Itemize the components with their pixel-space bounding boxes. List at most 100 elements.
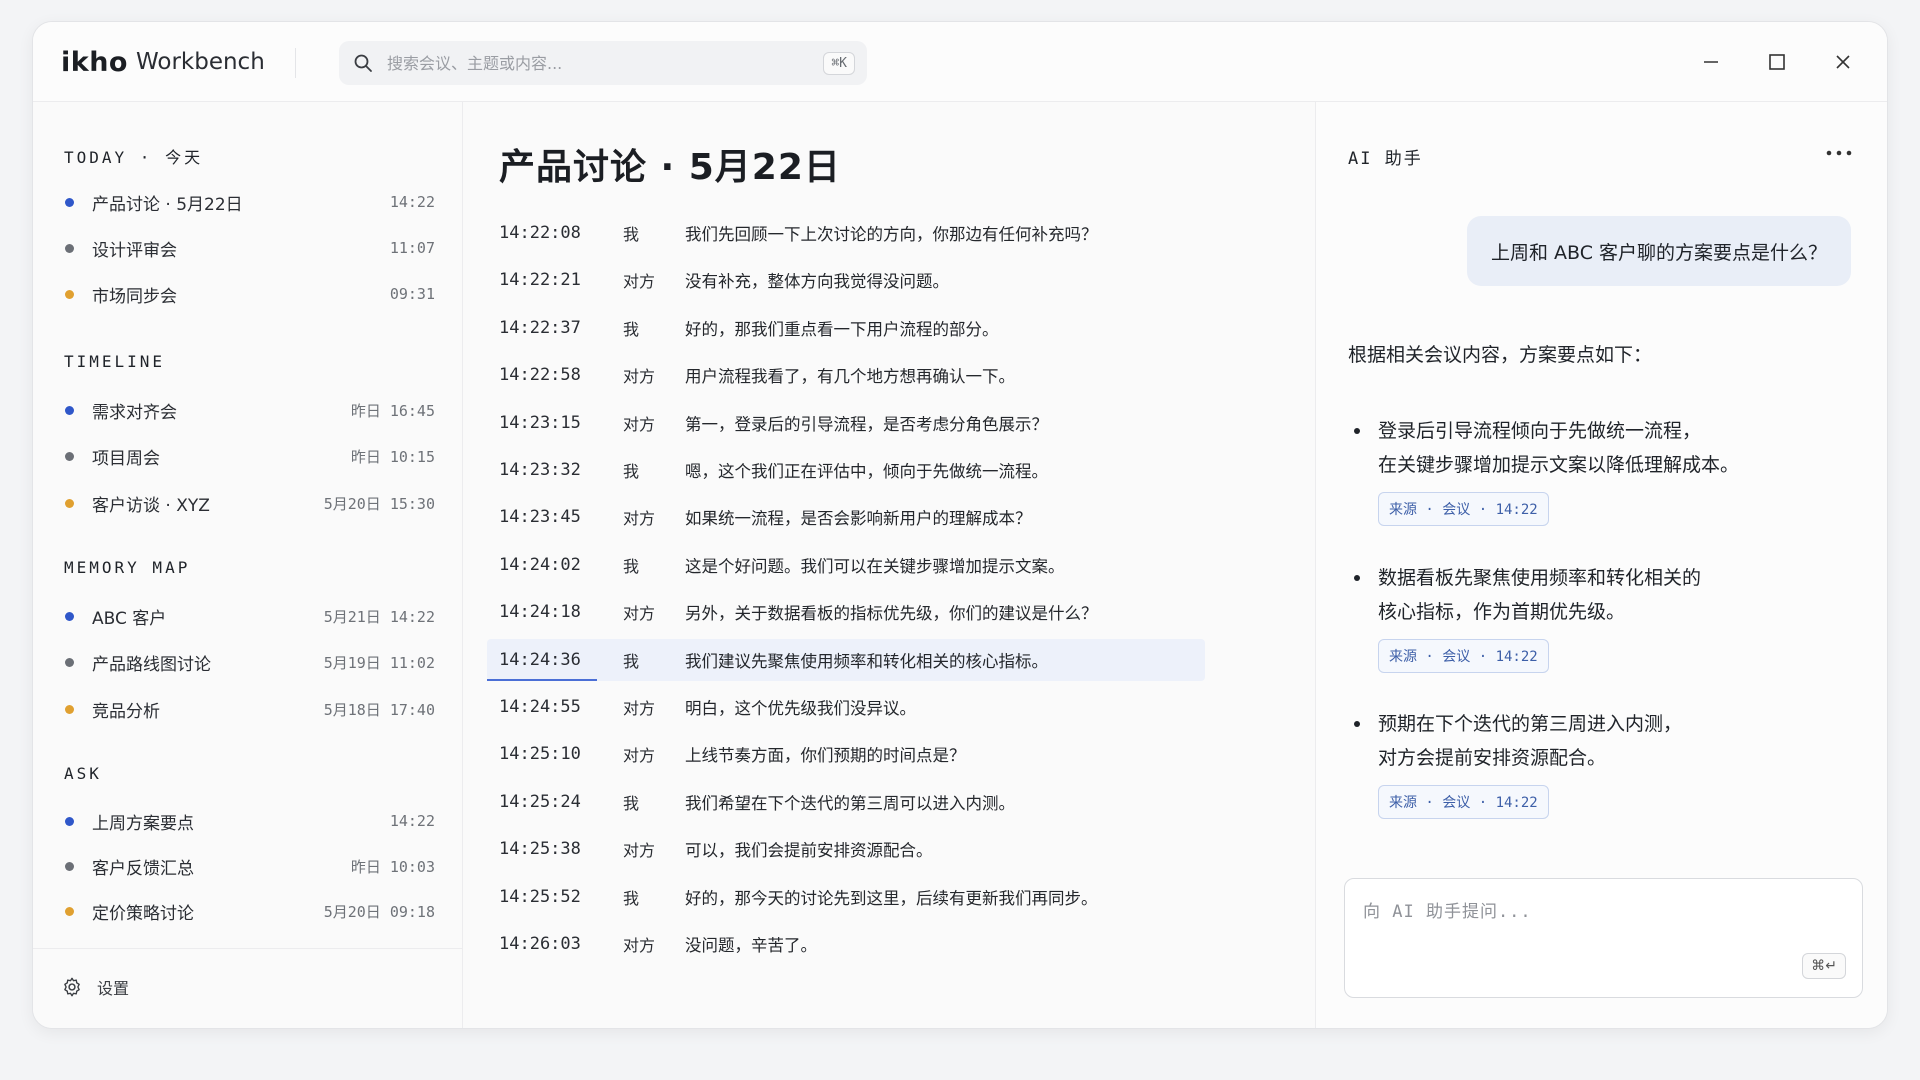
transcript-row[interactable]: 14:24:02 我 这是个好问题。我们可以在关键步骤增加提示文案。: [487, 544, 1205, 586]
transcript-row[interactable]: 14:22:21 对方 没有补充，整体方向我觉得没问题。: [487, 259, 1205, 301]
status-dot: [65, 906, 74, 916]
transcript-row[interactable]: 14:23:45 对方 如果统一流程，是否会影响新用户的理解成本？: [487, 496, 1205, 538]
transcript-speaker: 对方: [623, 367, 656, 387]
settings-label: 设置: [97, 979, 130, 998]
sidebar-item-time: 14:22: [389, 193, 435, 211]
sidebar-item[interactable]: 设计评审会 11:07: [55, 229, 443, 267]
transcript-speaker: 我: [623, 793, 640, 813]
sidebar-item[interactable]: 市场同步会 09:31: [55, 275, 443, 313]
close-icon: [1836, 55, 1850, 69]
search-bar[interactable]: ⌘K: [339, 41, 867, 85]
bullet-text: 在关键步骤增加提示文案以降低理解成本。: [1378, 454, 1740, 476]
sidebar-item-time: 5月20日 09:18: [323, 902, 435, 921]
more-horizontal-icon: [1826, 150, 1852, 156]
source-chip[interactable]: 来源 · 会议 · 14:22: [1378, 785, 1549, 819]
transcript-speaker: 我: [623, 319, 640, 339]
transcript-speaker: 我: [623, 888, 640, 908]
ai-ask-box: ⌘↵: [1344, 878, 1863, 998]
brand: ikho Workbench: [61, 42, 265, 82]
source-chip[interactable]: 来源 · 会议 · 14:22: [1378, 492, 1549, 526]
status-dot: [65, 197, 74, 207]
search-shortcut-badge: ⌘K: [823, 51, 855, 75]
sidebar-item-label: 产品路线图讨论: [92, 654, 211, 675]
settings-button[interactable]: 设置: [61, 969, 129, 1005]
transcript-text: 用户流程我看了，有几个地方想再确认一下。: [685, 367, 1015, 387]
bullet-text: 核心指标，作为首期优先级。: [1378, 601, 1626, 623]
sidebar-item[interactable]: 上周方案要点 14:22: [55, 802, 443, 840]
transcript-row[interactable]: 14:23:32 我 嗯，这个我们正在评估中，倾向于先做统一流程。: [487, 449, 1205, 491]
bullet-text: 数据看板先聚焦使用频率和转化相关的: [1348, 561, 1848, 595]
sidebar: TODAY · 今天 产品讨论 · 5月22日 14:22 设计评审会 11:0…: [33, 102, 463, 1028]
transcript-timestamp: 14:24:02: [499, 554, 581, 575]
transcript-timestamp: 14:22:21: [499, 270, 581, 291]
transcript-text: 我们建议先聚焦使用频率和转化相关的核心指标。: [685, 651, 1048, 671]
status-dot: [65, 289, 74, 299]
transcript-row[interactable]: 14:25:52 我 好的，那今天的讨论先到这里，后续有更新我们再同步。: [487, 876, 1205, 918]
transcript-timestamp: 14:22:08: [499, 223, 581, 243]
sidebar-item[interactable]: 竞品分析 5月18日 17:40: [55, 690, 443, 728]
transcript-timestamp: 14:25:24: [499, 791, 581, 812]
status-dot: [65, 405, 74, 415]
sidebar-item[interactable]: 产品讨论 · 5月22日 14:22: [55, 183, 443, 221]
sidebar-item-label: 产品讨论 · 5月22日: [92, 194, 243, 215]
transcript-speaker: 对方: [623, 936, 656, 955]
sidebar-item-time: 5月19日 11:02: [323, 653, 435, 672]
transcript-row[interactable]: 14:24:18 对方 另外，关于数据看板的指标优先级，你们的建议是什么？: [487, 591, 1205, 633]
transcript-text: 好的，那今天的讨论先到这里，后续有更新我们再同步。: [685, 888, 1098, 908]
transcript-row[interactable]: 14:26:03 对方 没问题，辛苦了。: [487, 923, 1205, 965]
transcript-text: 这是个好问题。我们可以在关键步骤增加提示文案。: [685, 556, 1065, 576]
sidebar-item-time: 昨日 10:15: [350, 447, 435, 466]
sidebar-item[interactable]: 需求对齐会 昨日 16:45: [55, 391, 443, 429]
minimize-button[interactable]: [1691, 42, 1731, 82]
transcript-speaker: 对方: [623, 272, 656, 292]
sidebar-item[interactable]: 客户反馈汇总 昨日 10:03: [55, 847, 443, 885]
search-input[interactable]: [385, 52, 824, 74]
transcript-timestamp: 14:23:15: [499, 412, 581, 433]
send-button[interactable]: ⌘↵: [1802, 953, 1846, 979]
sidebar-item-time: 09:31: [389, 285, 435, 303]
sidebar-item[interactable]: 客户访谈 · XYZ 5月20日 15:30: [55, 484, 443, 522]
status-dot: [65, 861, 74, 871]
transcript-speaker: 对方: [623, 604, 656, 624]
sidebar-item[interactable]: 产品路线图讨论 5月19日 11:02: [55, 643, 443, 681]
maximize-button[interactable]: [1757, 42, 1797, 82]
transcript-timestamp: 14:23:32: [499, 460, 581, 480]
transcript-row[interactable]: 14:22:08 我 我们先回顾一下上次讨论的方向，你那边有任何补充吗？: [487, 212, 1205, 254]
transcript-row-active[interactable]: 14:24:36 我 我们建议先聚焦使用频率和转化相关的核心指标。: [487, 638, 1205, 681]
sidebar-item[interactable]: 定价策略讨论 5月20日 09:18: [55, 892, 443, 930]
transcript-text: 嗯，这个我们正在评估中，倾向于先做统一流程。: [685, 462, 1048, 481]
status-dot: [65, 816, 74, 826]
sidebar-item-label: 定价策略讨论: [92, 903, 194, 924]
transcript-text: 没有补充，整体方向我觉得没问题。: [685, 272, 949, 292]
sidebar-item-time: 5月21日 14:22: [323, 607, 435, 626]
sidebar-item-time: 14:22: [389, 812, 435, 830]
source-chip[interactable]: 来源 · 会议 · 14:22: [1378, 639, 1549, 673]
transcript-row[interactable]: 14:22:37 我 好的，那我们重点看一下用户流程的部分。: [487, 307, 1205, 349]
close-button[interactable]: [1823, 42, 1863, 82]
sidebar-item-label: 市场同步会: [92, 286, 177, 307]
title-bar: ikho Workbench ⌘K: [33, 22, 1887, 102]
transcript-row[interactable]: 14:25:24 我 我们希望在下个迭代的第三周可以进入内测。: [487, 781, 1205, 823]
transcript-row[interactable]: 14:22:58 对方 用户流程我看了，有几个地方想再确认一下。: [487, 354, 1205, 396]
transcript-row[interactable]: 14:23:15 对方 第一，登录后的引导流程，是否考虑分角色展示？: [487, 402, 1205, 444]
transcript-row[interactable]: 14:24:55 对方 明白，这个优先级我们没异议。: [487, 686, 1205, 728]
sidebar-item-time: 5月20日 15:30: [323, 494, 435, 513]
transcript-row[interactable]: 14:25:10 对方 上线节奏方面，你们预期的时间点是？: [487, 733, 1205, 775]
sidebar-item-label: 需求对齐会: [92, 402, 177, 423]
sidebar-item-label: 竞品分析: [92, 701, 160, 722]
transcript-row[interactable]: 14:25:38 对方 可以，我们会提前安排资源配合。: [487, 828, 1205, 870]
transcript-timestamp: 14:24:55: [499, 697, 581, 717]
transcript-text: 我们先回顾一下上次讨论的方向，你那边有任何补充吗？: [685, 225, 1098, 244]
status-dot: [65, 451, 74, 461]
sidebar-item-time: 昨日 10:03: [350, 857, 435, 876]
maximize-icon: [1769, 54, 1785, 70]
transcript-speaker: 对方: [623, 699, 656, 718]
ai-ask-input[interactable]: [1345, 879, 1862, 997]
transcript-text: 明白，这个优先级我们没异议。: [685, 699, 916, 718]
sidebar-item-label: 上周方案要点: [92, 813, 194, 834]
sidebar-item[interactable]: 项目周会 昨日 10:15: [55, 437, 443, 475]
more-options-button[interactable]: [1821, 140, 1857, 166]
transcript-speaker: 我: [623, 556, 640, 576]
transcript-timestamp: 14:22:58: [499, 365, 581, 386]
sidebar-item[interactable]: ABC 客户 5月21日 14:22: [55, 597, 443, 635]
